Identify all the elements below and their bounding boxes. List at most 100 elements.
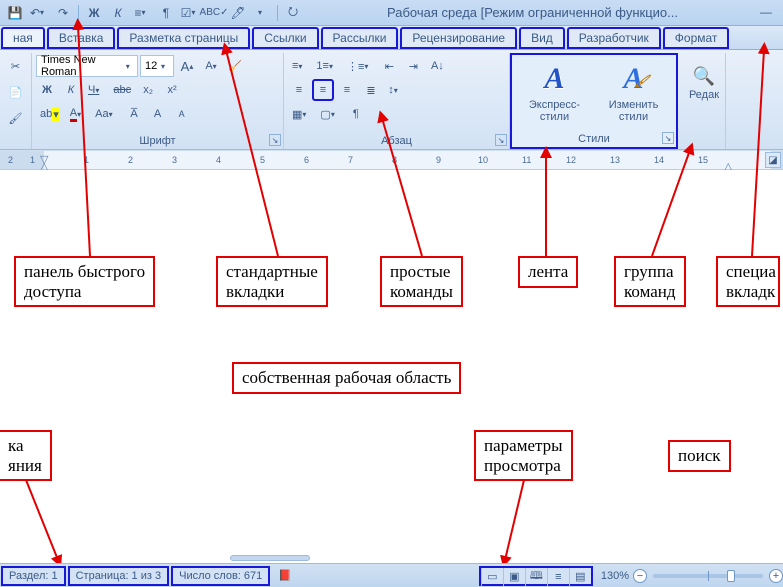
horizontal-ruler[interactable]: ▽ △ △ 2 1 1 2 3 4 5 6 7 8 9 10 11 12 13 …: [0, 150, 783, 170]
ruler-tick: 15: [698, 155, 708, 165]
text-highlight-button[interactable]: ab▾: [36, 103, 64, 125]
tab-insert[interactable]: Вставка: [47, 27, 116, 49]
tab-references[interactable]: Ссылки: [252, 27, 318, 49]
group-label-para: Абзац: [288, 134, 505, 149]
minimize-button[interactable]: —: [753, 5, 779, 21]
tab-home[interactable]: ная: [1, 27, 45, 49]
subscript-button[interactable]: x₂: [137, 79, 159, 101]
font-size-combo[interactable]: 12▾: [140, 55, 174, 77]
undo-icon[interactable]: ↶▾: [28, 3, 50, 23]
view-outline-button[interactable]: ≡: [547, 568, 569, 586]
view-buttons: ▭ ▣ 🕮 ≡ ▤: [479, 566, 593, 586]
callout-state: ка яния: [0, 430, 52, 481]
spellcheck-icon[interactable]: ABC✓: [203, 3, 225, 23]
checkbox-icon[interactable]: ☑▾: [179, 3, 201, 23]
callout-viewparams: параметры просмотра: [474, 430, 573, 481]
line-spacing-button[interactable]: ↕▾: [384, 79, 406, 101]
change-case-button[interactable]: Aa▾: [91, 103, 120, 125]
increase-indent-button[interactable]: ⇥: [402, 55, 424, 77]
bullets-icon[interactable]: ≡▾: [131, 3, 153, 23]
zoom-level[interactable]: 130%: [597, 570, 633, 582]
clear-formatting-icon[interactable]: 🧹: [224, 55, 246, 77]
callout-cmds: простые команды: [380, 256, 463, 307]
status-page[interactable]: Страница: 1 из 3: [68, 566, 170, 586]
para-dialog-launcher[interactable]: ↘: [495, 134, 507, 146]
tab-page-layout[interactable]: Разметка страницы: [117, 27, 250, 49]
horizontal-scroll-track[interactable]: [230, 555, 310, 561]
repeat-icon[interactable]: ⭮: [282, 3, 304, 23]
ribbon-tabs: ная Вставка Разметка страницы Ссылки Рас…: [0, 26, 783, 50]
italic-icon[interactable]: К: [107, 3, 129, 23]
char-scale-button[interactable]: A̅: [123, 103, 145, 125]
strikethrough-button[interactable]: abc: [109, 79, 135, 101]
font-name-combo[interactable]: Times New Roman▾: [36, 55, 138, 77]
view-full-screen-button[interactable]: ▣: [503, 568, 525, 586]
view-draft-button[interactable]: ▤: [569, 568, 591, 586]
multilevel-list-button[interactable]: ⋮≡▾: [343, 55, 376, 77]
bulleted-list-button[interactable]: ≡▾: [288, 55, 310, 77]
justify-button[interactable]: ≣: [360, 79, 382, 101]
proofing-icon[interactable]: 📕: [271, 569, 299, 582]
tab-format[interactable]: Формат: [663, 27, 730, 49]
show-all-button[interactable]: ¶: [345, 103, 367, 125]
ruler-tick: 9: [436, 155, 441, 165]
status-word-count[interactable]: Число слов: 671: [171, 566, 270, 586]
ruler-tick: 5: [260, 155, 265, 165]
zoom-out-button[interactable]: −: [633, 569, 647, 583]
bold-button[interactable]: Ж: [36, 79, 58, 101]
ruler-tick: 2: [128, 155, 133, 165]
status-bar: Раздел: 1 Страница: 1 из 3 Число слов: 6…: [0, 563, 783, 587]
ruler-tick: 8: [392, 155, 397, 165]
align-right-button[interactable]: ≡: [336, 79, 358, 101]
sort-button[interactable]: A↓: [426, 55, 448, 77]
grow-font-icon[interactable]: A▴: [176, 55, 198, 77]
window-title: Рабочая среда [Режим ограниченной функци…: [306, 5, 751, 20]
change-styles-button[interactable]: A🖌 Изменить стили: [595, 59, 672, 127]
zoom-in-button[interactable]: +: [769, 569, 783, 583]
ruler-tick: 2: [8, 155, 13, 165]
grow-font2-icon[interactable]: A: [147, 103, 169, 125]
styles-dialog-launcher[interactable]: ↘: [662, 132, 674, 144]
zoom-slider[interactable]: [653, 574, 763, 578]
font-size-value: 12: [145, 60, 157, 72]
find-icon: 🔍: [693, 66, 715, 87]
ribbon: ✂ 📄 🖌 Times New Roman▾ 12▾ A▴ A▾ 🧹 Ж К: [0, 50, 783, 150]
numbered-list-button[interactable]: 1≡▾: [312, 55, 341, 77]
shading-button[interactable]: ▦▾: [288, 103, 314, 125]
cut-icon[interactable]: ✂: [4, 55, 27, 77]
underline-button[interactable]: Ч▾: [84, 79, 107, 101]
customize-qat-icon[interactable]: ▾: [251, 3, 273, 23]
change-styles-label: Изменить стили: [609, 99, 659, 124]
borders-button[interactable]: ▢▾: [316, 103, 342, 125]
align-center-button[interactable]: ≡: [312, 79, 334, 101]
superscript-button[interactable]: x²: [161, 79, 183, 101]
decrease-indent-button[interactable]: ⇤: [378, 55, 400, 77]
tab-mailings[interactable]: Рассылки: [321, 27, 399, 49]
redo-icon[interactable]: ↷: [52, 3, 74, 23]
italic-button[interactable]: К: [60, 79, 82, 101]
align-left-button[interactable]: ≡: [288, 79, 310, 101]
ruler-tick: 3: [172, 155, 177, 165]
zoom-slider-thumb[interactable]: [727, 570, 735, 582]
font-color-button[interactable]: A▾: [66, 103, 89, 125]
quick-styles-button[interactable]: A Экспресс-стили: [516, 59, 593, 127]
view-print-layout-button[interactable]: ▭: [481, 568, 503, 586]
tab-view[interactable]: Вид: [519, 27, 565, 49]
shrink-font-icon[interactable]: A▾: [200, 55, 222, 77]
font-dialog-launcher[interactable]: ↘: [269, 134, 281, 146]
editing-button[interactable]: 🔍 Редак: [682, 55, 726, 104]
paragraph-mark-icon[interactable]: ¶: [155, 3, 177, 23]
bold-icon[interactable]: Ж: [83, 3, 105, 23]
ruler-toggle-button[interactable]: ◪: [765, 152, 781, 168]
save-icon[interactable]: 💾: [4, 3, 26, 23]
status-section[interactable]: Раздел: 1: [1, 566, 66, 586]
tab-developer[interactable]: Разработчик: [567, 27, 661, 49]
callout-workarea: собственная рабочая область: [232, 362, 461, 394]
tab-review[interactable]: Рецензирование: [400, 27, 517, 49]
shrink-font2-icon[interactable]: A: [171, 103, 193, 125]
ruler-tick: 1: [30, 155, 35, 165]
highlighter-icon[interactable]: 🖊: [227, 3, 249, 23]
copy-icon[interactable]: 📄: [4, 81, 27, 103]
view-web-layout-button[interactable]: 🕮: [525, 568, 547, 586]
format-painter-icon[interactable]: 🖌: [4, 107, 27, 129]
